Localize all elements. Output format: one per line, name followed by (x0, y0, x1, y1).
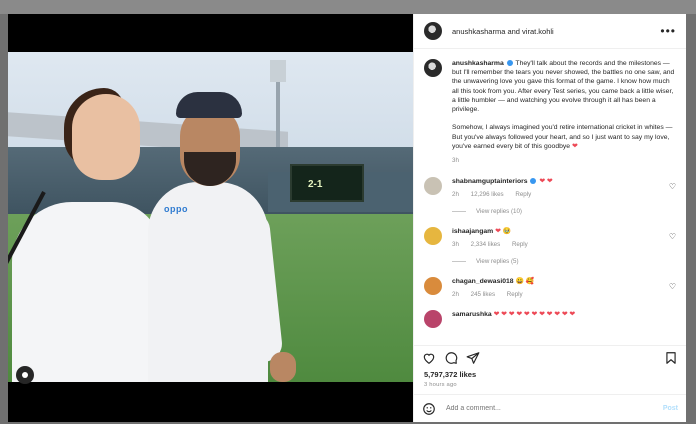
author-avatar[interactable] (424, 22, 442, 40)
caption-text-block: anushkasharma They'll talk about the rec… (452, 59, 676, 165)
jersey-logo: oppo (164, 204, 188, 214)
comment-text: ❤ 🥹 (495, 228, 512, 236)
floodlight-head (270, 60, 286, 82)
view-replies-button[interactable]: View replies (10) (452, 208, 676, 215)
post-media[interactable]: 2-1 oppo (8, 14, 413, 422)
comment-avatar[interactable] (424, 177, 442, 196)
heart-outline-icon[interactable]: ♡ (669, 232, 676, 241)
post-timestamp: 3 hours ago (424, 382, 457, 388)
comments-scroll-area[interactable]: anushkasharma They'll talk about the rec… (414, 49, 686, 345)
comment-likes[interactable]: 12,296 likes (471, 191, 504, 198)
comment-username[interactable]: ishaajangam (452, 228, 493, 235)
person-woman-face (72, 94, 140, 180)
share-icon[interactable] (466, 351, 480, 365)
post-actions-bar (414, 345, 686, 370)
caption-time: 3h (452, 157, 459, 165)
person-man-hand (270, 352, 296, 382)
post-comment-button[interactable]: Post (663, 405, 678, 412)
person-woman-dress (12, 202, 162, 382)
view-replies-button[interactable]: View replies (5) (452, 258, 676, 265)
comment-item: ishaajangam ❤ 🥹 3h 2,334 likes Reply ♡ (424, 227, 676, 248)
comment-reply-button[interactable]: Reply (507, 291, 523, 298)
comment-reply-button[interactable]: Reply (515, 191, 531, 198)
comment-icon[interactable] (444, 351, 458, 365)
add-comment-input[interactable] (444, 404, 663, 413)
comment-item: chagan_dewasi018 😀 🥰 2h 245 likes Reply … (424, 277, 676, 298)
caption-author-avatar[interactable] (424, 59, 442, 77)
user-tag-icon[interactable] (16, 366, 34, 384)
emoji-icon[interactable] (422, 402, 436, 416)
comment-likes[interactable]: 245 likes (471, 291, 495, 298)
comment-text: 😀 🥰 (515, 278, 535, 286)
comment-text: ❤ ❤ (539, 178, 553, 186)
post-photo[interactable]: 2-1 oppo (8, 52, 413, 382)
caption-username[interactable]: anushkasharma (452, 60, 504, 67)
heart-outline-icon[interactable] (422, 351, 436, 365)
comment-likes[interactable]: 2,334 likes (471, 241, 501, 248)
comment-item: samarushka ❤ ❤ ❤ ❤ ❤ ❤ ❤ ❤ ❤ ❤ ❤ (424, 310, 676, 329)
caption-body-2: Somehow, I always imagined you'd retire … (452, 124, 673, 150)
comment-time: 3h (452, 241, 459, 249)
scoreboard (290, 164, 364, 202)
comment-reply-button[interactable]: Reply (512, 241, 528, 248)
post-modal: 2-1 oppo anushkasharma and virat.kohli •… (8, 14, 686, 422)
comment-username[interactable]: samarushka (452, 311, 492, 318)
heart-emoji-icon: ❤ (571, 142, 578, 150)
comment-time: 2h (452, 191, 459, 199)
post-authors[interactable]: anushkasharma and virat.kohli (452, 27, 554, 36)
caption-body: They'll talk about the records and the m… (452, 60, 675, 114)
backdrop-top-strip (0, 0, 696, 14)
more-horizontal-icon[interactable]: ••• (660, 25, 676, 37)
heart-outline-icon[interactable]: ♡ (669, 282, 676, 291)
person-man-cap (176, 92, 242, 118)
bookmark-icon[interactable] (664, 351, 678, 365)
comment-avatar[interactable] (424, 227, 442, 246)
likes-count[interactable]: 5,797,372 likes (414, 370, 686, 379)
view-replies-label: View replies (10) (476, 208, 522, 216)
verified-badge-icon (506, 60, 513, 67)
comment-username[interactable]: chagan_dewasi018 (452, 278, 514, 285)
comment-text: ❤ ❤ ❤ ❤ ❤ ❤ ❤ ❤ ❤ ❤ ❤ (493, 311, 576, 319)
comment-item: shabnamguptainteriors ❤ ❤ 2h 12,296 like… (424, 177, 676, 198)
post-details-panel: anushkasharma and virat.kohli ••• anushk… (413, 14, 686, 422)
comment-avatar[interactable] (424, 277, 442, 296)
view-replies-label: View replies (5) (476, 258, 519, 266)
post-caption: anushkasharma They'll talk about the rec… (424, 59, 676, 165)
comment-time: 2h (452, 291, 459, 299)
add-comment-bar: Post (414, 394, 686, 422)
heart-outline-icon[interactable]: ♡ (669, 182, 676, 191)
comment-avatar[interactable] (424, 310, 442, 329)
verified-badge-icon (530, 178, 537, 185)
comment-username[interactable]: shabnamguptainteriors (452, 178, 528, 185)
scoreboard-text: 2-1 (308, 179, 323, 190)
post-header: anushkasharma and virat.kohli ••• (414, 14, 686, 49)
